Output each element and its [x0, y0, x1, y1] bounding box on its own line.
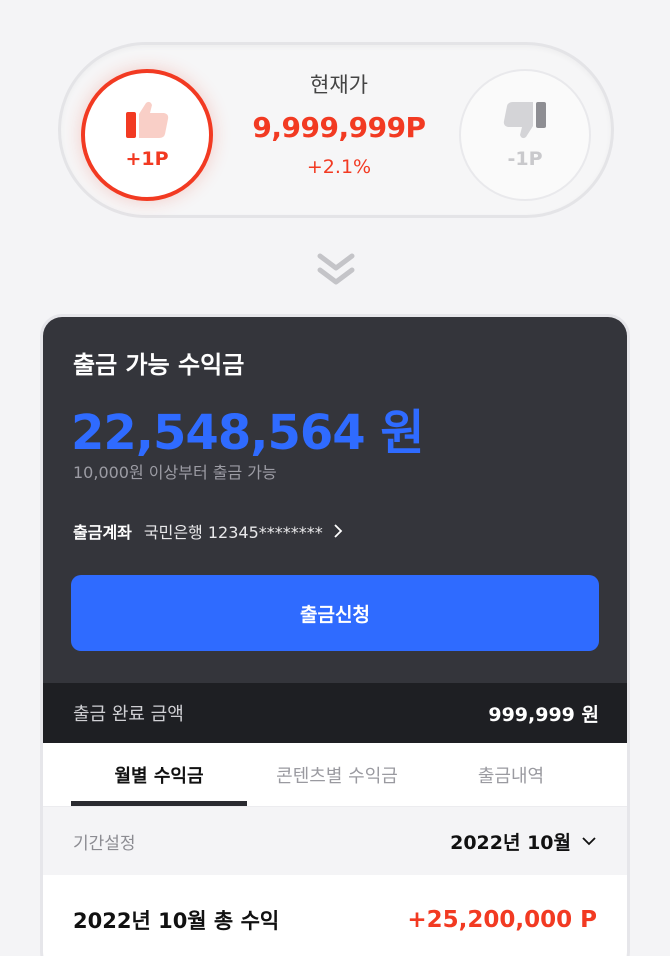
double-chevron-down-icon [317, 253, 355, 285]
earnings-card: 출금 가능 수익금 22,548,564 원 10,000원 이상부터 출금 가… [40, 314, 630, 956]
period-dropdown[interactable]: 2022년 10월 [450, 828, 597, 855]
period-label: 기간설정 [73, 833, 136, 854]
withdrawable-title: 출금 가능 수익금 [73, 351, 245, 379]
account-label: 출금계좌 [73, 523, 132, 542]
period-setting-row: 기간설정 2022년 10월 [43, 807, 627, 875]
price-value: 9,999,999P [252, 111, 426, 144]
upvote-label: +1P [125, 148, 169, 170]
price-caption: 현재가 [310, 73, 368, 97]
tab-withdraw-history[interactable]: 출금내역 [423, 743, 599, 807]
withdraw-request-button[interactable]: 출금신청 [71, 575, 599, 651]
tab-monthly-earnings[interactable]: 월별 수익금 [71, 743, 247, 807]
price-change: +2.1% [306, 156, 372, 178]
withdraw-account-row[interactable]: 출금계좌 국민은행 12345******** [73, 519, 343, 543]
period-selected-value: 2022년 10월 [450, 831, 571, 854]
completed-withdraw-bar: 출금 완료 금액 999,999 원 [43, 683, 627, 743]
completed-withdraw-label: 출금 완료 금액 [73, 704, 184, 725]
monthly-total-row: 2022년 10월 총 수익 +25,200,000 P [43, 875, 627, 956]
chevron-right-icon [334, 524, 343, 538]
completed-withdraw-amount: 999,999 원 [488, 703, 599, 726]
downvote-label: -1P [507, 148, 543, 170]
account-value: 국민은행 12345******** [143, 523, 323, 542]
upvote-button[interactable]: +1P [81, 69, 213, 201]
thumbs-down-icon [503, 102, 546, 139]
vote-panel: +1P 현재가 9,999,999P +2.1% -1P [58, 42, 614, 218]
thumbs-up-icon [126, 101, 169, 138]
withdrawable-panel: 출금 가능 수익금 22,548,564 원 10,000원 이상부터 출금 가… [43, 317, 627, 685]
chevron-down-icon [582, 837, 596, 846]
downvote-button[interactable]: -1P [459, 69, 591, 201]
earnings-tabs: 월별 수익금 콘텐츠별 수익금 출금내역 [43, 743, 627, 807]
minimum-withdraw-note: 10,000원 이상부터 출금 가능 [73, 463, 277, 482]
current-price: 현재가 9,999,999P +2.1% [239, 69, 439, 178]
tab-content-earnings[interactable]: 콘텐츠별 수익금 [249, 743, 425, 807]
monthly-total-label: 2022년 10월 총 수익 [73, 909, 280, 933]
app-screen: +1P 현재가 9,999,999P +2.1% -1P 출금 가능 수익금 2… [0, 0, 670, 956]
monthly-total-amount: +25,200,000 P [407, 907, 597, 933]
active-tab-indicator [71, 801, 247, 806]
withdrawable-amount: 22,548,564 원 [71, 405, 425, 461]
